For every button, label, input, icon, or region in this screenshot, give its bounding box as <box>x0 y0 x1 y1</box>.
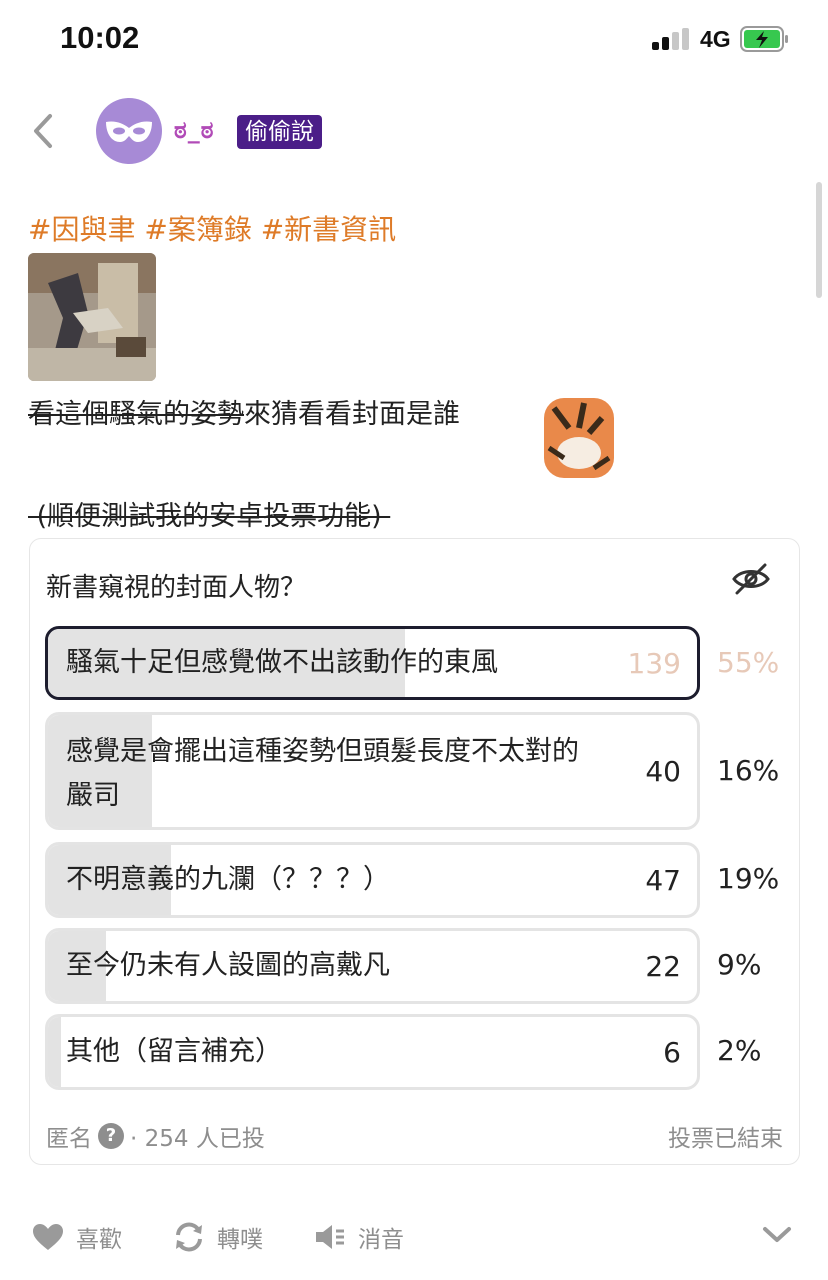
status-bar: 10:02 4G <box>0 0 828 80</box>
poll-question: 新書窺視的封面人物？ <box>46 573 307 603</box>
poll-status: 投票已結束 <box>668 1126 783 1152</box>
post-text: 來猜看看封面是誰 <box>244 399 460 430</box>
poll-percent: 2% <box>717 1034 762 1067</box>
book-cover-image[interactable] <box>28 253 156 381</box>
poll-percent: 9% <box>717 948 762 981</box>
clock: 10:02 <box>60 20 140 55</box>
poll-option[interactable]: 感覺是會擺出這種姿勢但頭髮長度不太對的嚴司 40 <box>45 712 700 830</box>
poll-option[interactable]: 不明意義的九瀾（？？？） 47 <box>45 842 700 918</box>
chevron-down-icon[interactable] <box>762 1224 792 1244</box>
post-text-line1: 看這個騷氣的姿勢來猜看看封面是誰 <box>28 392 460 431</box>
poll-meta: 匿名 ? · 254 人已投 <box>46 1119 265 1153</box>
repost-button[interactable]: 轉噗 <box>173 1220 263 1254</box>
eye-slash-icon[interactable] <box>731 561 771 597</box>
network-type: 4G <box>700 26 731 52</box>
poll-percent: 16% <box>717 754 780 787</box>
post-tags[interactable]: #因與聿 #案簿錄 #新書資訊 <box>28 208 396 248</box>
mask-icon <box>106 121 152 142</box>
scrollbar[interactable] <box>816 182 822 298</box>
help-icon[interactable]: ? <box>98 1123 124 1149</box>
mute-button[interactable]: 消音 <box>314 1220 404 1254</box>
poll-option[interactable]: 騷氣十足但感覺做不出該動作的東風 139 <box>45 626 700 700</box>
poll-card: 新書窺視的封面人物？ 騷氣十足但感覺做不出該動作的東風 139 55% 感覺是會… <box>29 538 800 1165</box>
back-chevron-icon[interactable] <box>26 110 62 152</box>
post-text-line2: (順便測試我的安卓投票功能) <box>28 501 391 532</box>
repost-icon <box>176 1222 202 1252</box>
battery-charging-icon <box>740 26 788 52</box>
speaker-mute-icon <box>316 1225 344 1249</box>
signal-icon <box>652 28 692 50</box>
tiger-sticker <box>524 388 620 484</box>
anonymous-label: 匿名 <box>46 1126 92 1152</box>
voter-count: · 254 人已投 <box>130 1126 265 1152</box>
poll-percent: 55% <box>717 646 780 679</box>
strikethrough-text: 看這個騷氣的姿勢 <box>28 399 244 430</box>
poll-option[interactable]: 至今仍未有人設圖的高戴凡 22 <box>45 928 700 1004</box>
vote-bar <box>48 1017 61 1087</box>
poll-option[interactable]: 其他（留言補充） 6 <box>45 1014 700 1090</box>
heart-icon <box>33 1224 63 1250</box>
whisper-badge: 偷偷說 <box>237 115 322 149</box>
like-button[interactable]: 喜歡 <box>32 1220 122 1254</box>
action-bar: 喜歡 轉噗 消音 <box>0 1212 828 1262</box>
avatar[interactable] <box>96 98 162 164</box>
poll-percent: 19% <box>717 862 780 895</box>
author-name[interactable]: ಠ_ಠ <box>174 116 214 144</box>
